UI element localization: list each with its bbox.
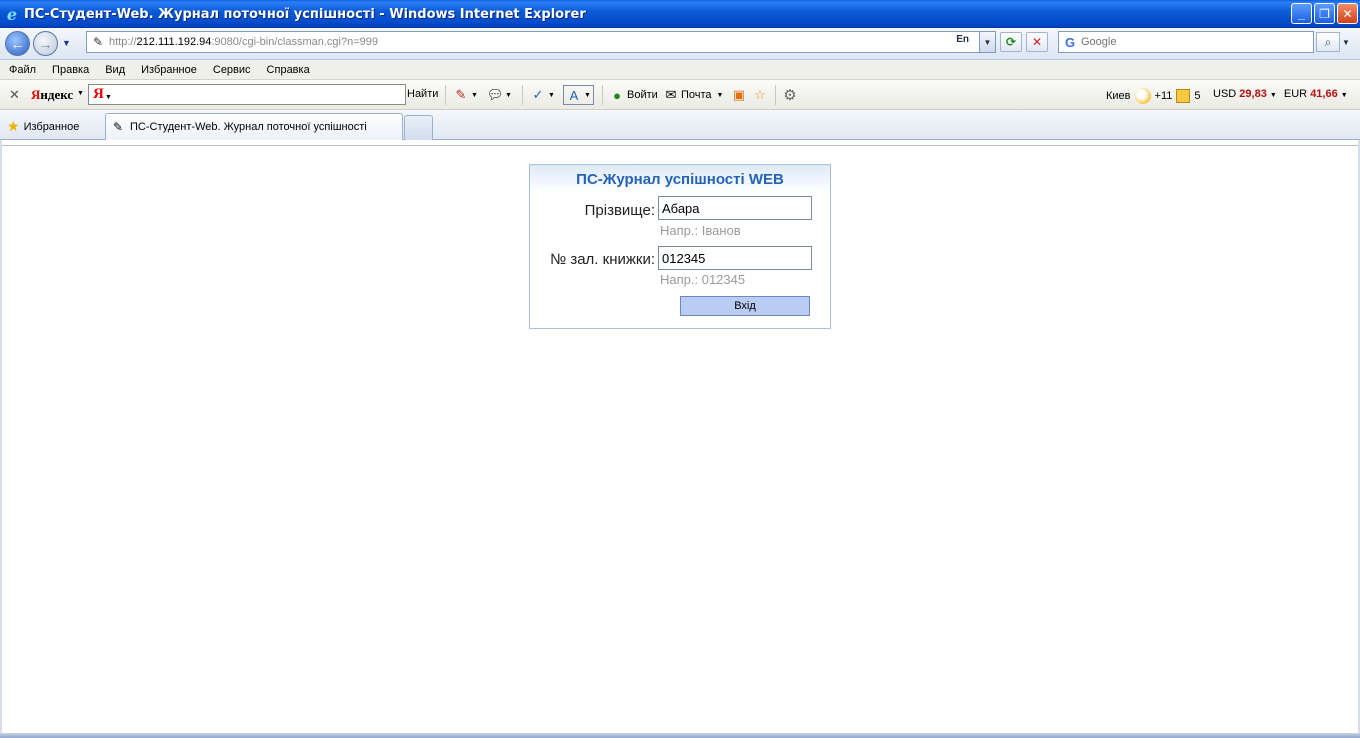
mail-button[interactable]: ✉ Почта ▼ [663,87,724,103]
bookmark-icon: ▣ [732,87,746,102]
usd-value: 29,83 [1239,88,1267,100]
highlight-tool-button[interactable]: ✎ ▼ [453,87,478,103]
translate-button[interactable]: A ▼ [563,85,594,105]
window-title: ПС-Студент-Web. Журнал поточної успішнос… [24,6,586,22]
toolbar-separator [522,85,523,105]
menu-edit[interactable]: Правка [52,64,89,76]
stop-icon: ✕ [1031,35,1043,49]
forward-button[interactable]: → [33,31,58,56]
mail-count-label: 5 [1194,90,1201,102]
search-box[interactable]: G [1058,31,1314,53]
google-icon: G [1064,34,1076,50]
search-options-icon[interactable]: ▼ [1342,38,1350,47]
comment-tool-button[interactable]: 💬︎ ▼ [487,87,512,103]
favorite-add-button[interactable]: ☆ [752,87,768,103]
minimize-button[interactable]: _ [1291,3,1312,24]
menu-bar: Файл Правка Вид Избранное Сервис Справка [0,60,1360,80]
yandex-find-button[interactable]: Найти [407,88,438,100]
page-icon: ✎ [112,120,124,134]
refresh-icon: ⟳ [1005,35,1017,49]
eur-label: EUR [1283,88,1308,100]
login-button[interactable]: ● Войти [609,87,658,103]
search-button[interactable]: ⌕ [1316,32,1340,52]
search-icon: ⌕ [1324,34,1332,49]
history-dropdown-icon[interactable]: ▼ [62,38,71,48]
yandex-logo[interactable]: Яндекс [31,87,73,103]
page-icon: ✎ [92,35,104,49]
login-icon: ● [613,87,621,103]
language-indicator[interactable]: En [956,34,969,45]
speech-bubble-icon: 💬︎ [486,87,504,102]
record-book-label: № зал. книжки: [550,251,655,268]
eur-value: 41,66 [1310,88,1338,100]
refresh-button[interactable]: ⟳ [1000,32,1022,52]
window-title-bar: e ПС-Студент-Web. Журнал поточної успішн… [0,0,1360,28]
search-input[interactable] [1081,36,1301,48]
form-heading: ПС-Журнал успішності WEB [576,171,784,188]
spellcheck-button[interactable]: ✓ ▼ [530,87,555,103]
yandex-toolbar: ✕ Яндекс ▼ Я ▼ Найти ✎ ▼ 💬︎ ▼ ✓ ▼ A ▼ ● Войти… [0,80,1360,110]
ie-logo-icon: e [6,4,18,24]
star-icon: ★ [7,118,20,134]
arrow-right-icon: → [38,35,53,52]
weather-widget[interactable]: Киев +11 5 [1106,88,1200,104]
login-form: ПС-Журнал успішності WEB Прізвище: Напр.… [529,164,831,329]
url-text[interactable]: http://212.111.192.94:9080/cgi-bin/class… [109,36,378,48]
favorites-button[interactable]: ★ Избранное [7,118,79,135]
city-label: Киев [1106,90,1131,102]
chevron-down-icon: ▼ [1340,92,1348,99]
gear-icon: ⚙ [783,87,797,104]
menu-file[interactable]: Файл [9,64,36,76]
menu-favorites[interactable]: Избранное [141,64,197,76]
record-book-hint: Напр.: 012345 [660,272,746,287]
record-book-input[interactable] [658,246,812,270]
toolbar-separator [602,85,603,105]
menu-help[interactable]: Справка [267,64,310,76]
translate-icon: A [569,87,579,103]
toolbar-separator [445,85,446,105]
currency-widget[interactable]: USD 29,83 ▼ EUR 41,66 ▼ [1213,88,1348,100]
arrow-left-icon: ← [10,35,25,52]
tab-title: ПС-Студент-Web. Журнал поточної успішнос… [130,121,367,133]
surname-label: Прізвище: [584,202,655,219]
stop-button[interactable]: ✕ [1026,32,1048,52]
envelope-icon: ✉ [665,87,677,102]
settings-button[interactable]: ⚙ [782,87,798,104]
surname-hint: Напр.: Іванов [660,223,741,238]
back-button[interactable]: ← [5,31,30,56]
tab-active[interactable]: ✎ ПС-Студент-Web. Журнал поточної успішн… [105,113,403,140]
menu-tools[interactable]: Сервис [213,64,251,76]
close-toolbar-icon[interactable]: ✕ [9,87,20,103]
toolbar-separator [775,85,776,105]
spellcheck-icon: ✓ [532,87,544,102]
close-window-button[interactable]: ✕ [1337,3,1358,24]
status-bar [0,733,1360,738]
new-tab-button[interactable] [404,115,433,140]
star-icon: ☆ [754,87,766,102]
navigation-bar: ← → ▼ ✎ http://212.111.192.94:9080/cgi-b… [0,28,1360,60]
yandex-menu-dropdown-icon[interactable]: ▼ [77,90,84,97]
restore-button[interactable]: ❐ [1314,3,1335,24]
chevron-down-icon: ▼ [105,94,112,101]
menu-view[interactable]: Вид [105,64,125,76]
login-submit-button[interactable]: Вхід [680,296,810,316]
address-bar[interactable]: ✎ http://212.111.192.94:9080/cgi-bin/cla… [86,31,996,53]
surname-input[interactable] [658,196,812,220]
tab-bar: ★ Избранное ✎ ПС-Студент-Web. Журнал пот… [0,110,1360,140]
yandex-search-input[interactable]: Я ▼ [88,84,406,105]
mail-count-icon [1176,89,1191,103]
favorites-label: Избранное [23,120,80,133]
bookmark-add-button[interactable]: ▣ [731,87,747,103]
address-dropdown-icon[interactable]: ▼ [979,32,995,52]
chevron-down-icon: ▼ [1269,92,1277,99]
weather-sun-icon [1134,88,1151,104]
yandex-ya-icon: Я [93,86,104,102]
temperature-label: +11 [1154,90,1173,102]
pen-icon: ✎ [455,87,467,102]
usd-label: USD [1213,88,1237,100]
